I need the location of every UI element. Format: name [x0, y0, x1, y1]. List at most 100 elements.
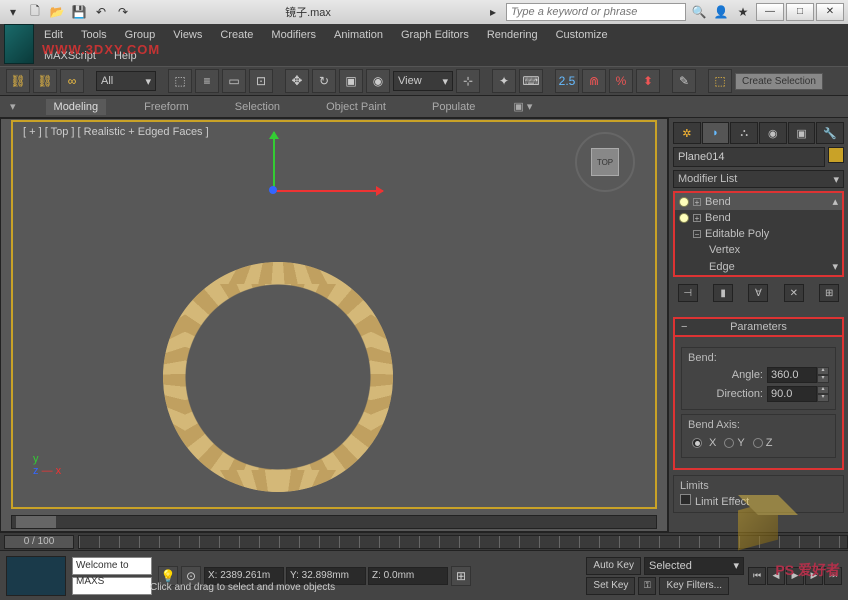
ribbon-menu-icon[interactable]: ▣ ▾	[513, 100, 532, 113]
gizmo-y-axis-icon[interactable]	[273, 132, 275, 192]
link-icon[interactable]: ⛓	[6, 69, 30, 93]
timeline[interactable]: 0 / 100	[0, 532, 848, 550]
stack-item-bend-2[interactable]: + Bend	[675, 210, 842, 226]
stack-subitem-vertex[interactable]: Vertex	[675, 242, 842, 258]
menu-customize[interactable]: Customize	[556, 29, 608, 41]
menu-tools[interactable]: Tools	[81, 29, 107, 41]
scroll-up-icon[interactable]: ▴	[832, 195, 838, 208]
menu-edit[interactable]: Edit	[44, 29, 63, 41]
select-place-icon[interactable]: ◉	[366, 69, 390, 93]
timeline-ticks[interactable]	[78, 535, 848, 549]
menu-modifiers[interactable]: Modifiers	[271, 29, 316, 41]
pin-stack-icon[interactable]: ⊣	[678, 284, 698, 302]
remove-modifier-icon[interactable]: ✕	[784, 284, 804, 302]
time-slider[interactable]: 0 / 100	[4, 535, 74, 549]
expand-icon[interactable]: +	[693, 214, 701, 222]
scrollbar-thumb[interactable]	[16, 516, 56, 528]
axis-x-radio[interactable]: X	[692, 437, 716, 449]
viewport-object-ring[interactable]	[163, 262, 393, 492]
autokey-button[interactable]: Auto Key	[586, 557, 641, 575]
spin-down-icon[interactable]: ▾	[817, 375, 829, 383]
direction-input[interactable]	[767, 386, 817, 402]
stack-subitem-edge[interactable]: Edge ▾	[675, 258, 842, 275]
open-icon[interactable]: 📂	[48, 3, 66, 21]
modifier-stack[interactable]: + Bend ▴ + Bend − Editable Poly Vertex E…	[673, 191, 844, 277]
keymode-dropdown[interactable]: Selected▾	[644, 557, 744, 575]
ribbon-tab-modeling[interactable]: Modeling	[46, 99, 107, 115]
redo-icon[interactable]: ↷	[114, 3, 132, 21]
object-color-swatch[interactable]	[828, 147, 844, 163]
ribbon-tab-populate[interactable]: Populate	[424, 99, 483, 115]
window-crossing-icon[interactable]: ⊡	[249, 69, 273, 93]
menu-group[interactable]: Group	[125, 29, 156, 41]
named-selection-icon[interactable]: ⬚	[708, 69, 732, 93]
rollout-title[interactable]: − Parameters	[673, 317, 844, 337]
viewcube[interactable]: TOP	[575, 132, 635, 192]
spin-down-icon[interactable]: ▾	[817, 394, 829, 402]
app-logo-icon[interactable]	[4, 24, 34, 64]
new-icon[interactable]: 🗋	[26, 3, 44, 21]
bulb-icon[interactable]	[679, 197, 689, 207]
viewport-label[interactable]: [ + ] [ Top ] [ Realistic + Edged Faces …	[23, 126, 209, 138]
coord-z-input[interactable]: Z: 0.0mm	[368, 567, 448, 585]
menu-create[interactable]: Create	[220, 29, 253, 41]
track-bar-icon[interactable]	[6, 556, 66, 596]
keyfilters-button[interactable]: Key Filters...	[659, 577, 729, 595]
viewport[interactable]: [ + ] [ Top ] [ Realistic + Edged Faces …	[0, 118, 668, 532]
select-region-icon[interactable]: ▭	[222, 69, 246, 93]
spinner-snap-icon[interactable]: ⬍	[636, 69, 660, 93]
spin-up-icon[interactable]: ▴	[817, 367, 829, 375]
select-name-icon[interactable]: ≡	[195, 69, 219, 93]
configure-sets-icon[interactable]: ⊞	[819, 284, 839, 302]
object-name-field[interactable]: Plane014	[673, 147, 825, 167]
ribbon-tab-freeform[interactable]: Freeform	[136, 99, 197, 115]
help-search-input[interactable]	[506, 3, 686, 21]
maximize-button[interactable]: □	[786, 3, 814, 21]
app-menu-icon[interactable]: ▾	[4, 3, 22, 21]
ribbon-tab-object-paint[interactable]: Object Paint	[318, 99, 394, 115]
bulb-icon[interactable]	[679, 213, 689, 223]
select-object-icon[interactable]: ⬚	[168, 69, 192, 93]
axis-z-radio[interactable]: Z	[753, 437, 773, 449]
manipulate-icon[interactable]: ✦	[492, 69, 516, 93]
ribbon-tab-selection[interactable]: Selection	[227, 99, 288, 115]
search-icon[interactable]: 🔍	[690, 3, 708, 21]
ribbon-toggle-icon[interactable]: ▾	[10, 100, 16, 113]
angle-spinner[interactable]: ▴▾	[767, 367, 829, 383]
make-unique-icon[interactable]: ∀	[748, 284, 768, 302]
menu-animation[interactable]: Animation	[334, 29, 383, 41]
edit-selection-icon[interactable]: ✎	[672, 69, 696, 93]
menu-rendering[interactable]: Rendering	[487, 29, 538, 41]
maxscript-listener[interactable]: Welcome to MAXS	[72, 557, 152, 575]
collapse-icon[interactable]: −	[681, 321, 687, 333]
grid-setting-icon[interactable]: ⊞	[451, 566, 471, 586]
tab-hierarchy-icon[interactable]: ⛬	[730, 122, 758, 144]
viewcube-face[interactable]: TOP	[591, 148, 619, 176]
history-icon[interactable]: ▸	[484, 3, 502, 21]
pivot-icon[interactable]: ⊹	[456, 69, 480, 93]
select-move-icon[interactable]: ✥	[285, 69, 309, 93]
tab-create-icon[interactable]: ✲	[673, 122, 701, 144]
select-rotate-icon[interactable]: ↻	[312, 69, 336, 93]
viewport-hscrollbar[interactable]	[11, 515, 657, 529]
stack-item-bend-1[interactable]: + Bend ▴	[675, 193, 842, 210]
scroll-down-icon[interactable]: ▾	[832, 260, 838, 273]
snap-toggle-icon[interactable]: 2.5	[555, 69, 579, 93]
selection-filter-dropdown[interactable]: All▾	[96, 71, 156, 91]
tab-utilities-icon[interactable]: 🔧	[816, 122, 844, 144]
bind-icon[interactable]: ∞	[60, 69, 84, 93]
collapse-icon[interactable]: −	[693, 230, 701, 238]
tab-modify-icon[interactable]: ◗	[702, 122, 730, 144]
menu-graph-editors[interactable]: Graph Editors	[401, 29, 469, 41]
expand-icon[interactable]: +	[693, 198, 701, 206]
tab-display-icon[interactable]: ▣	[788, 122, 816, 144]
stack-item-editable-poly[interactable]: − Editable Poly	[675, 226, 842, 242]
select-scale-icon[interactable]: ▣	[339, 69, 363, 93]
angle-input[interactable]	[767, 367, 817, 383]
setkey-button[interactable]: Set Key	[586, 577, 635, 595]
create-selection-button[interactable]: Create Selection	[735, 73, 823, 90]
menu-views[interactable]: Views	[173, 29, 202, 41]
unlink-icon[interactable]: ⛓	[33, 69, 57, 93]
gizmo-z-axis-icon[interactable]	[269, 186, 277, 194]
key-icon[interactable]: ⚿	[638, 577, 656, 595]
